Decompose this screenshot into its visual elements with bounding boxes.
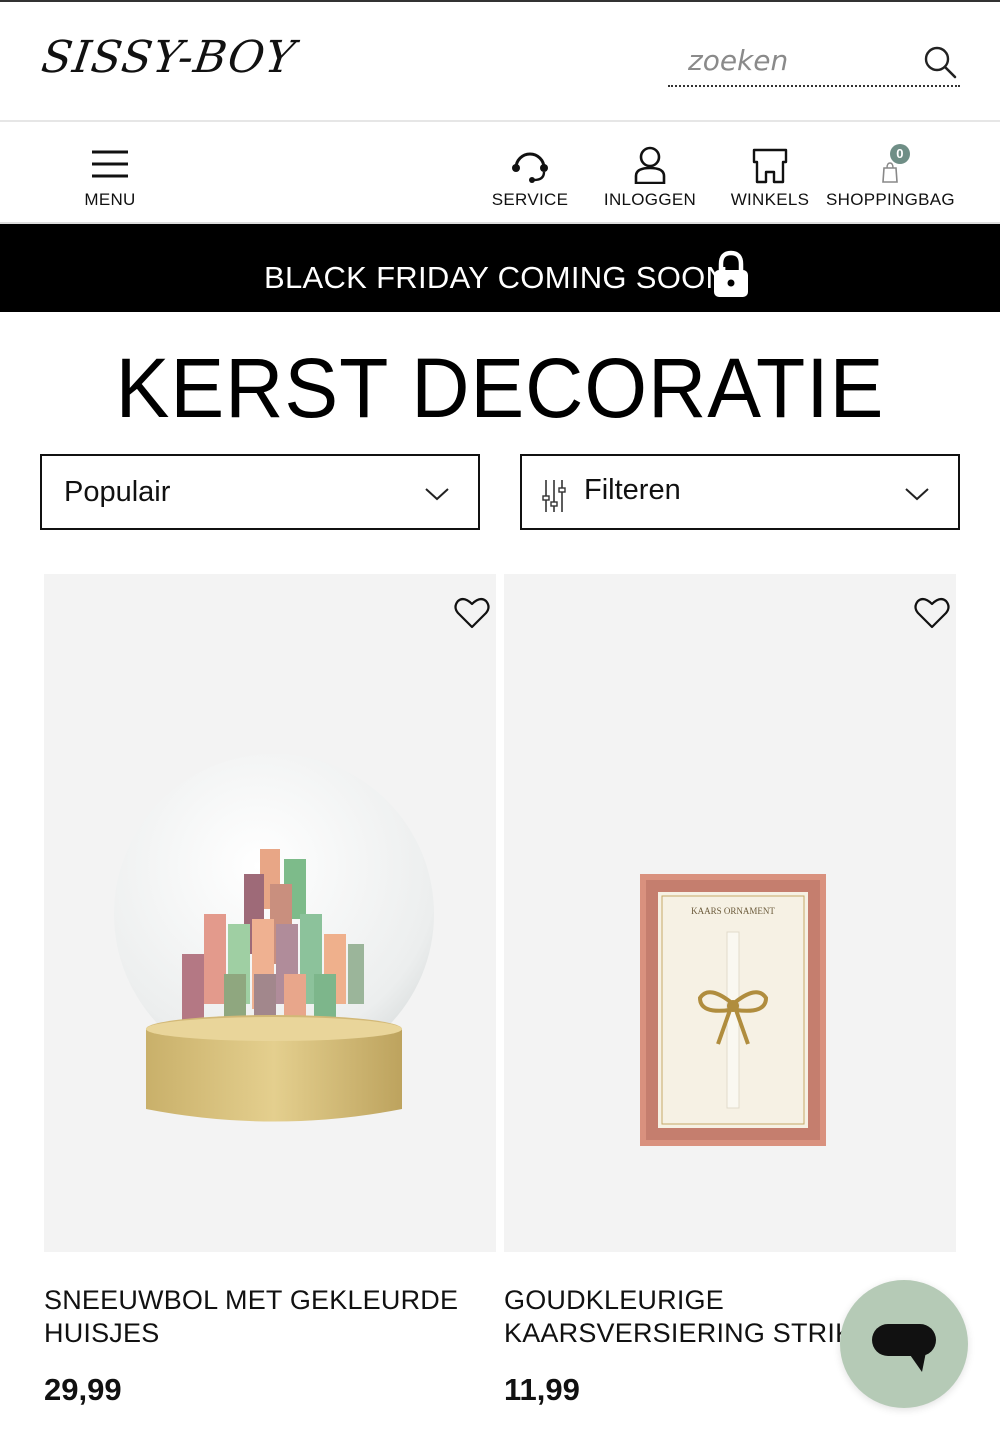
filter-label: Filteren: [584, 474, 681, 506]
stores-label: WINKELS: [730, 190, 810, 209]
main-nav: MENU SERVICE INLOGGEN WINKELS 0 SHOPPING…: [0, 122, 1000, 224]
sort-select[interactable]: Populair: [40, 454, 480, 530]
page-title: KERST DECORATIE: [115, 341, 885, 435]
service-label: SERVICE: [491, 190, 569, 209]
search-bar: [668, 40, 960, 87]
chat-icon: [872, 1324, 936, 1372]
bag-count-badge: 0: [890, 144, 910, 164]
menu-label: MENU: [84, 190, 136, 209]
login-link[interactable]: INLOGGEN: [600, 146, 700, 210]
login-label: INLOGGEN: [603, 190, 697, 209]
top-header: SISSY-BOY: [0, 0, 1000, 122]
shoppingbag-label: SHOPPINGBAG: [826, 190, 955, 209]
lock-icon: [712, 250, 750, 303]
snow-globe-image: [114, 754, 434, 1122]
brand-logo[interactable]: SISSY-BOY: [38, 32, 299, 83]
product-price: 29,99: [44, 1372, 122, 1407]
stores-link[interactable]: WINKELS: [730, 146, 810, 210]
search-input[interactable]: [688, 40, 918, 80]
search-icon[interactable]: [922, 44, 958, 80]
service-link[interactable]: SERVICE: [490, 146, 570, 210]
sliders-icon: [542, 478, 566, 519]
chat-button[interactable]: [840, 1280, 968, 1408]
shoppingbag-link[interactable]: 0 SHOPPINGBAG: [826, 144, 955, 210]
product-image[interactable]: KAARS ORNAMENT: [504, 574, 956, 1252]
product-card[interactable]: SNEEUWBOL MET GEKLEURDE HUISJES 29,99: [44, 574, 496, 1408]
promo-text: BLACK FRIDAY COMING SOON: [264, 260, 729, 295]
bag-icon: 0: [826, 144, 954, 184]
product-image[interactable]: [44, 574, 496, 1252]
menu-button[interactable]: MENU: [70, 146, 150, 210]
chevron-down-icon: [904, 486, 930, 507]
sort-selected-value: Populair: [64, 476, 171, 508]
user-icon: [600, 146, 700, 185]
headset-icon: [490, 146, 570, 184]
product-box-text: KAARS ORNAMENT: [691, 906, 775, 916]
hamburger-icon: [70, 146, 150, 184]
store-icon: [730, 146, 810, 184]
candle-ornament-image: KAARS ORNAMENT: [640, 874, 826, 1146]
promo-banner[interactable]: BLACK FRIDAY COMING SOON: [0, 224, 1000, 312]
filter-select[interactable]: Filteren: [520, 454, 960, 530]
product-name[interactable]: SNEEUWBOL MET GEKLEURDE HUISJES: [44, 1284, 484, 1350]
chevron-down-icon: [424, 486, 450, 507]
